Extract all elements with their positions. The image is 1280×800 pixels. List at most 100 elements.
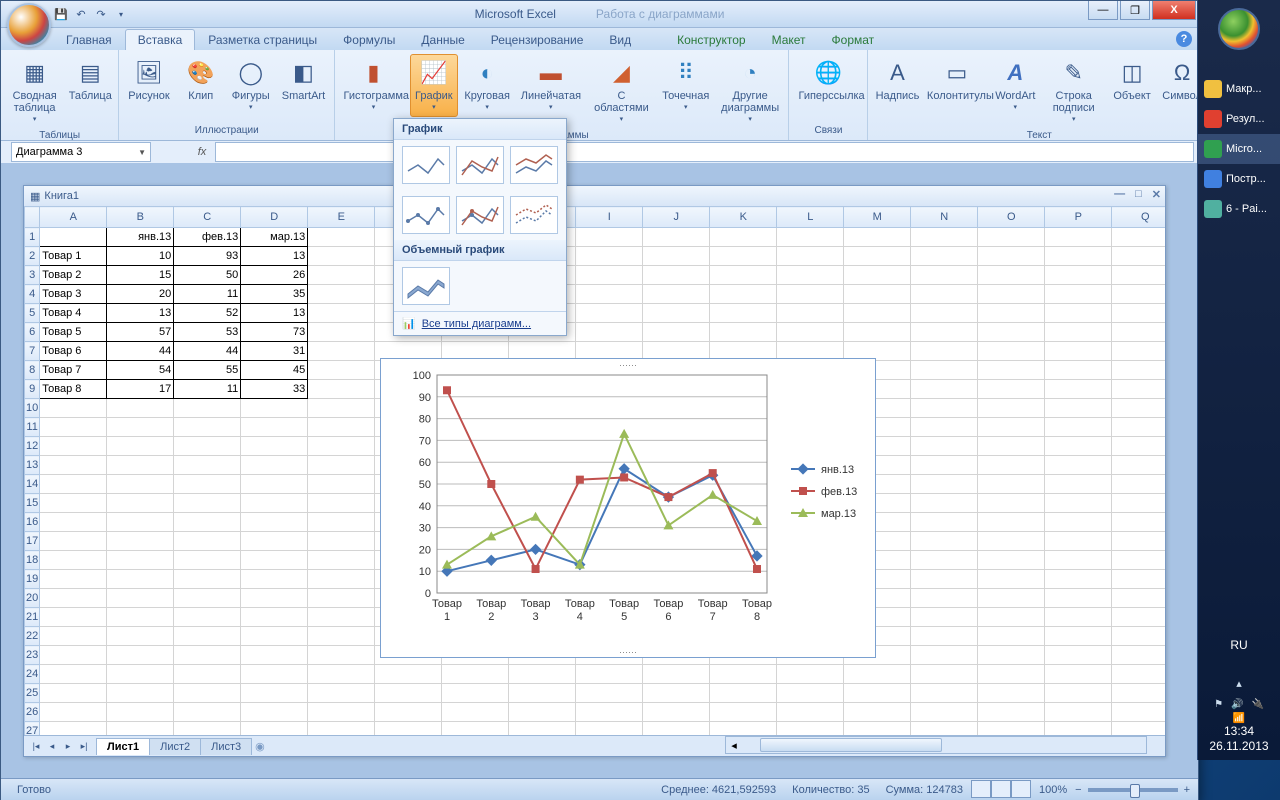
cell[interactable] bbox=[844, 304, 911, 323]
cell[interactable]: Товар 2 bbox=[40, 266, 107, 285]
cell[interactable] bbox=[911, 494, 978, 513]
cell[interactable] bbox=[40, 627, 107, 646]
cell[interactable] bbox=[40, 665, 107, 684]
cell[interactable] bbox=[1045, 494, 1112, 513]
cell[interactable]: 44 bbox=[174, 342, 241, 361]
cell[interactable] bbox=[1045, 627, 1112, 646]
horizontal-scrollbar[interactable]: ◂ bbox=[725, 736, 1147, 754]
office-button[interactable] bbox=[7, 3, 51, 47]
cell[interactable] bbox=[911, 551, 978, 570]
cell[interactable] bbox=[978, 646, 1045, 665]
cell[interactable] bbox=[1112, 665, 1165, 684]
cell[interactable] bbox=[308, 494, 375, 513]
cell[interactable] bbox=[308, 266, 375, 285]
cell[interactable] bbox=[241, 684, 308, 703]
row-header[interactable]: 1 bbox=[25, 228, 40, 247]
cell[interactable] bbox=[1045, 513, 1112, 532]
cell[interactable] bbox=[308, 399, 375, 418]
cell[interactable] bbox=[777, 684, 844, 703]
cell[interactable] bbox=[978, 304, 1045, 323]
all-chart-types-link[interactable]: 📊 Все типы диаграмм... bbox=[394, 311, 566, 335]
cell[interactable] bbox=[107, 703, 174, 722]
textbox-button[interactable]: AНадпись bbox=[872, 54, 922, 105]
cell[interactable] bbox=[777, 665, 844, 684]
cell[interactable] bbox=[241, 703, 308, 722]
cell[interactable]: Товар 4 bbox=[40, 304, 107, 323]
cell[interactable] bbox=[509, 703, 576, 722]
taskbar-item[interactable]: 6 - Pai... bbox=[1198, 194, 1280, 224]
cell[interactable] bbox=[308, 703, 375, 722]
cell[interactable] bbox=[107, 646, 174, 665]
cell[interactable] bbox=[1112, 722, 1165, 737]
cell[interactable] bbox=[710, 228, 777, 247]
cell[interactable] bbox=[308, 323, 375, 342]
row-header[interactable]: 24 bbox=[25, 665, 40, 684]
tab-view[interactable]: Вид bbox=[596, 29, 644, 50]
cell[interactable] bbox=[1045, 399, 1112, 418]
area-chart-button[interactable]: ◢С областями▾ bbox=[587, 54, 656, 129]
cell[interactable] bbox=[40, 646, 107, 665]
cell[interactable] bbox=[308, 551, 375, 570]
cell[interactable] bbox=[40, 494, 107, 513]
cell[interactable] bbox=[308, 570, 375, 589]
cell[interactable] bbox=[241, 532, 308, 551]
chart-object[interactable]: 0102030405060708090100Товар1Товар2Товар3… bbox=[380, 358, 876, 658]
line-chart-3d-option[interactable] bbox=[402, 267, 450, 305]
cell[interactable]: 33 bbox=[241, 380, 308, 399]
cell[interactable] bbox=[308, 684, 375, 703]
cell[interactable] bbox=[241, 589, 308, 608]
cell[interactable] bbox=[241, 513, 308, 532]
cell[interactable] bbox=[710, 285, 777, 304]
cell[interactable] bbox=[576, 266, 643, 285]
cell[interactable] bbox=[308, 247, 375, 266]
column-header[interactable]: N bbox=[911, 207, 978, 228]
row-header[interactable]: 8 bbox=[25, 361, 40, 380]
cell[interactable] bbox=[1112, 266, 1165, 285]
cell[interactable] bbox=[1045, 418, 1112, 437]
cell[interactable] bbox=[308, 532, 375, 551]
cell[interactable] bbox=[1045, 361, 1112, 380]
other-charts-button[interactable]: ◔Другие диаграммы▾ bbox=[716, 54, 785, 129]
cell[interactable] bbox=[978, 342, 1045, 361]
cell[interactable] bbox=[40, 722, 107, 737]
cell[interactable] bbox=[911, 722, 978, 737]
cell[interactable] bbox=[844, 247, 911, 266]
cell[interactable] bbox=[1045, 665, 1112, 684]
tab-home[interactable]: Главная bbox=[53, 29, 125, 50]
tab-page-layout[interactable]: Разметка страницы bbox=[195, 29, 330, 50]
pivot-table-button[interactable]: ▦Сводная таблица▾ bbox=[5, 54, 64, 129]
cell[interactable] bbox=[1112, 285, 1165, 304]
cell[interactable] bbox=[777, 228, 844, 247]
tab-formulas[interactable]: Формулы bbox=[330, 29, 408, 50]
cell[interactable]: 26 bbox=[241, 266, 308, 285]
row-header[interactable]: 15 bbox=[25, 494, 40, 513]
sheet-nav-last[interactable]: ▸| bbox=[76, 741, 92, 752]
column-header[interactable]: A bbox=[40, 207, 107, 228]
cell[interactable] bbox=[40, 418, 107, 437]
column-header[interactable]: K bbox=[710, 207, 777, 228]
line-chart-option-4[interactable] bbox=[402, 196, 450, 234]
cell[interactable] bbox=[978, 589, 1045, 608]
cell[interactable] bbox=[1112, 475, 1165, 494]
scatter-chart-button[interactable]: ⠿Точечная▾ bbox=[658, 54, 714, 117]
cell[interactable] bbox=[107, 684, 174, 703]
cell[interactable] bbox=[308, 589, 375, 608]
row-header[interactable]: 7 bbox=[25, 342, 40, 361]
cell[interactable] bbox=[308, 722, 375, 737]
wb-minimize-button[interactable]: — bbox=[1114, 188, 1125, 201]
column-header[interactable]: I bbox=[576, 207, 643, 228]
cell[interactable] bbox=[174, 627, 241, 646]
cell[interactable] bbox=[911, 570, 978, 589]
save-icon[interactable]: 💾 bbox=[53, 6, 69, 22]
row-header[interactable]: 19 bbox=[25, 570, 40, 589]
cell[interactable] bbox=[241, 627, 308, 646]
column-header[interactable]: Q bbox=[1112, 207, 1165, 228]
cell[interactable] bbox=[241, 437, 308, 456]
cell[interactable]: янв.13 bbox=[107, 228, 174, 247]
cell[interactable] bbox=[308, 228, 375, 247]
cell[interactable]: 54 bbox=[107, 361, 174, 380]
cell[interactable] bbox=[710, 247, 777, 266]
cell[interactable] bbox=[911, 399, 978, 418]
cell[interactable] bbox=[375, 684, 442, 703]
cell[interactable] bbox=[911, 456, 978, 475]
